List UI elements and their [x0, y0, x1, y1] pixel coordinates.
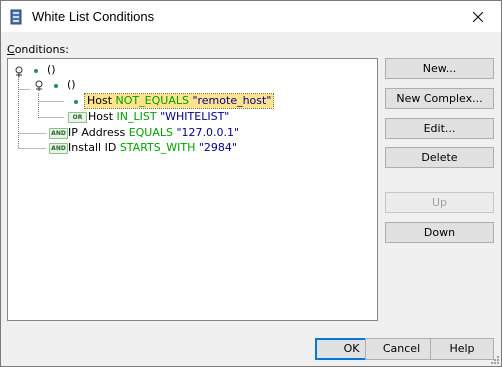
new-button[interactable]: New...	[385, 58, 494, 79]
conditions-label-text: onditions:	[14, 43, 69, 56]
and-badge-icon: AND	[49, 128, 68, 139]
tree-item-ip-address[interactable]: IP Address EQUALS "127.0.0.1"	[68, 126, 239, 140]
condition-dot-icon	[74, 100, 78, 104]
conditions-mnemonic: C	[7, 43, 15, 56]
condition-value: "127.0.0.1"	[176, 126, 240, 139]
condition-operator: NOT_EQUALS	[115, 94, 189, 107]
close-icon	[473, 11, 483, 22]
up-button[interactable]: Up	[385, 192, 494, 213]
condition-value: "remote_host"	[192, 94, 272, 107]
conditions-label: Conditions:	[7, 43, 69, 56]
tree-item-host-not-equals[interactable]: Host NOT_EQUALS "remote_host"	[83, 93, 275, 109]
group-dot-icon	[34, 69, 38, 73]
condition-field: Install ID	[68, 141, 117, 154]
window-title: White List Conditions	[32, 9, 155, 24]
app-icon	[10, 9, 22, 25]
condition-field: IP Address	[68, 126, 126, 139]
condition-operator: STARTS_WITH	[119, 141, 196, 154]
condition-field: Host	[88, 110, 114, 123]
condition-operator: EQUALS	[128, 126, 173, 139]
expand-icon[interactable]	[33, 80, 45, 92]
condition-field: Host	[87, 94, 113, 107]
resize-grip-icon[interactable]	[489, 354, 499, 364]
condition-value: "2984"	[198, 141, 237, 154]
nested-group-label[interactable]: ()	[67, 78, 76, 92]
close-button[interactable]	[455, 1, 501, 32]
down-button[interactable]: Down	[385, 222, 494, 243]
tree-item-host-in-list[interactable]: Host IN_LIST "WHITELIST"	[88, 110, 229, 124]
dialog-window: White List Conditions Conditions: () () …	[0, 0, 502, 367]
title-bar: White List Conditions	[1, 1, 501, 32]
condition-value: "WHITELIST"	[160, 110, 230, 123]
condition-operator: IN_LIST	[116, 110, 157, 123]
or-badge-icon: OR	[68, 112, 87, 123]
edit-button[interactable]: Edit...	[385, 118, 494, 139]
help-button[interactable]: Help	[430, 338, 494, 360]
tree-item-install-id[interactable]: Install ID STARTS_WITH "2984"	[68, 141, 237, 155]
conditions-tree[interactable]: () () Host NOT_EQUALS "remote_host" OR H…	[7, 58, 378, 321]
expand-icon[interactable]	[13, 66, 25, 78]
cancel-button[interactable]: Cancel	[365, 338, 438, 360]
root-group-label[interactable]: ()	[47, 63, 56, 77]
group-dot-icon	[54, 84, 58, 88]
and-badge-icon: AND	[49, 143, 68, 154]
new-complex-button[interactable]: New Complex...	[385, 88, 494, 109]
delete-button[interactable]: Delete	[385, 147, 494, 168]
